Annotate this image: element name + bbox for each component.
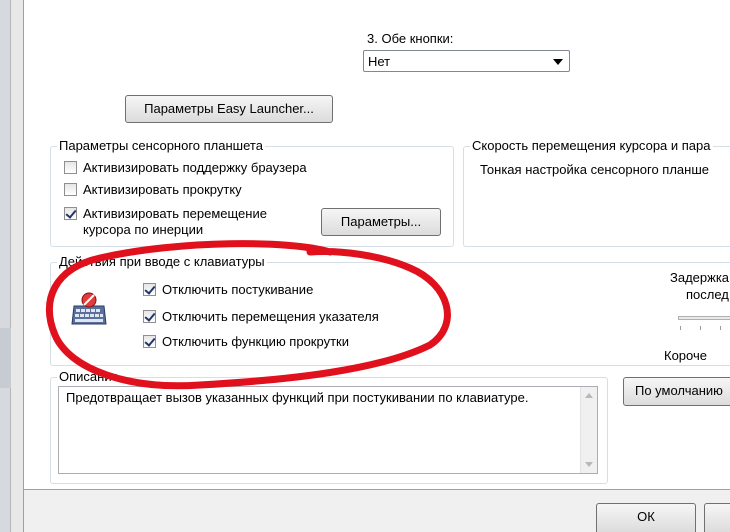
red-annotation-circle: [45, 240, 451, 390]
